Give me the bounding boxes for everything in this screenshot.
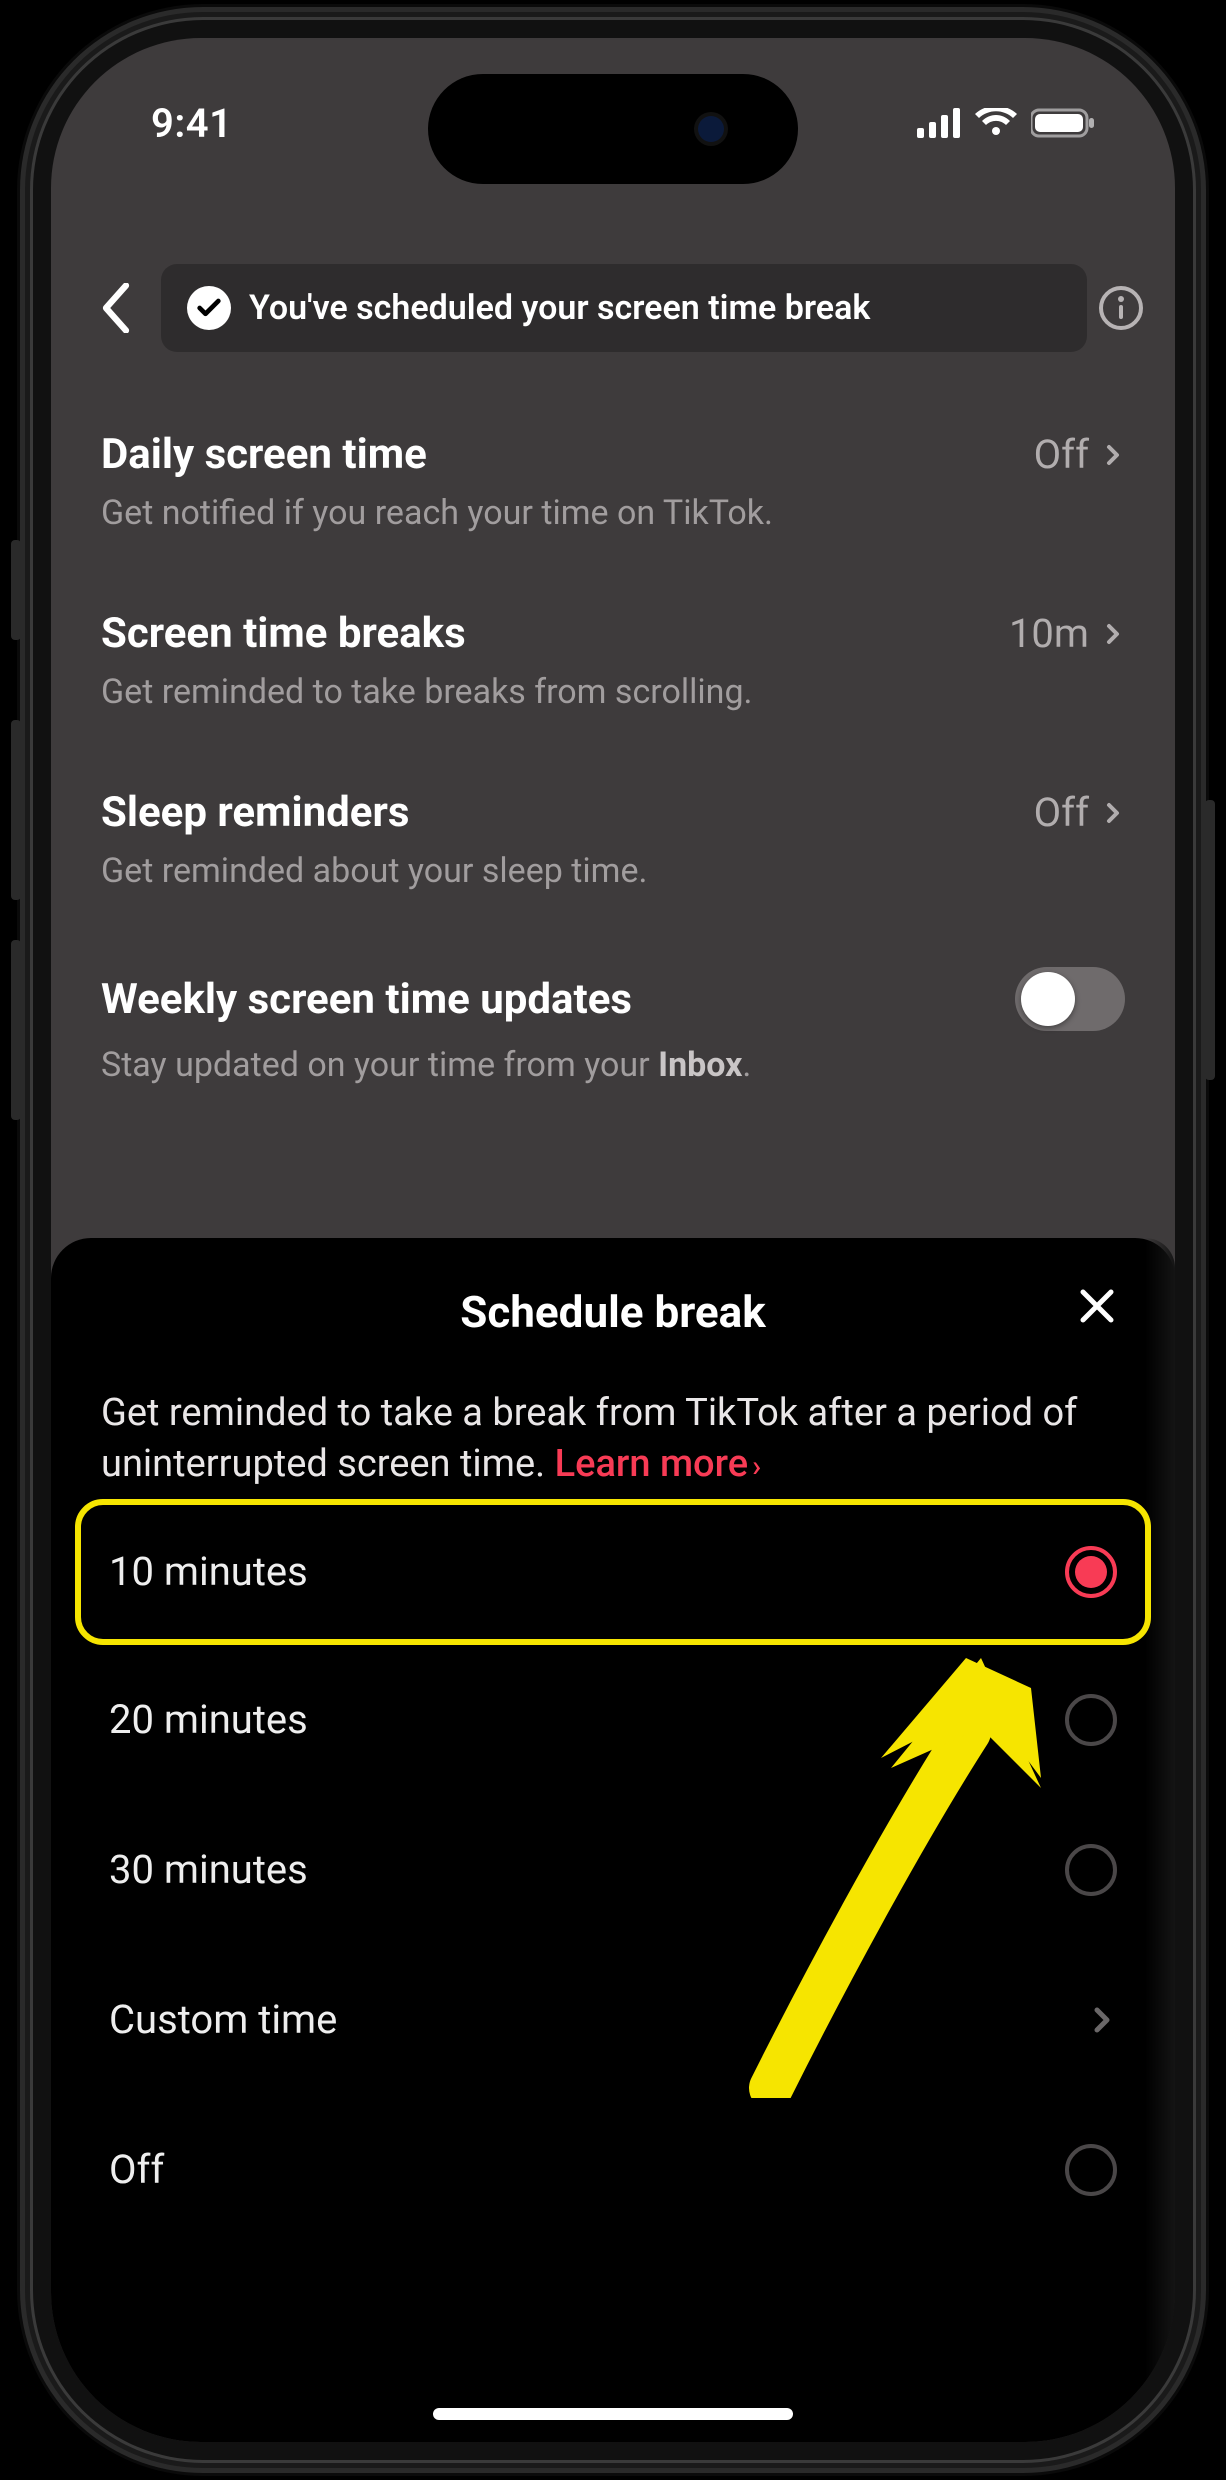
option-label: Off xyxy=(109,2146,164,2193)
row-subtitle: Stay updated on your time from your Inbo… xyxy=(101,1045,1125,1085)
row-subtitle: Get reminded about your sleep time. xyxy=(101,851,1125,891)
screen: 9:41 You've sche xyxy=(51,38,1175,2442)
sheet-title: Schedule break xyxy=(101,1286,1125,1338)
option-10-minutes[interactable]: 10 minutes xyxy=(75,1499,1151,1645)
radio-selected-icon xyxy=(1065,1546,1117,1598)
close-icon xyxy=(1077,1286,1117,1326)
battery-icon xyxy=(1031,108,1095,138)
learn-more-link[interactable]: Learn more› xyxy=(555,1442,762,1486)
chevron-right-icon: › xyxy=(752,1449,761,1484)
volume-up-button xyxy=(11,720,21,900)
wifi-icon xyxy=(975,108,1017,138)
sheet-description: Get reminded to take a break from TikTok… xyxy=(101,1388,1125,1491)
row-daily-screen-time[interactable]: Daily screen time Off Get notified if yo… xyxy=(101,398,1125,577)
row-subtitle: Get reminded to take breaks from scrolli… xyxy=(101,672,1125,712)
home-indicator[interactable] xyxy=(433,2408,793,2420)
confirmation-toast: You've scheduled your screen time break xyxy=(161,264,1087,352)
break-options: 10 minutes 20 minutes 30 minutes Custom … xyxy=(101,1499,1125,2245)
option-label: Custom time xyxy=(109,1996,337,2043)
option-label: 30 minutes xyxy=(109,1846,308,1893)
row-subtitle: Get notified if you reach your time on T… xyxy=(101,493,1125,533)
close-button[interactable] xyxy=(1069,1278,1125,1334)
power-button xyxy=(1205,800,1215,1080)
chevron-right-icon xyxy=(1087,2005,1117,2035)
row-title: Daily screen time xyxy=(101,430,427,479)
radio-icon xyxy=(1065,1694,1117,1746)
row-value: Off xyxy=(1034,789,1125,836)
row-sleep-reminders[interactable]: Sleep reminders Off Get reminded about y… xyxy=(101,756,1125,935)
option-30-minutes[interactable]: 30 minutes xyxy=(101,1795,1125,1945)
info-button[interactable] xyxy=(1097,284,1145,332)
row-value: 10m xyxy=(1009,610,1125,657)
chevron-right-icon xyxy=(1101,622,1125,646)
check-icon xyxy=(187,286,231,330)
phone-frame: 9:41 You've sche xyxy=(33,20,1193,2460)
schedule-break-sheet: Schedule break Get reminded to take a br… xyxy=(51,1238,1175,2442)
weekly-updates-toggle[interactable] xyxy=(1015,967,1125,1031)
dynamic-island xyxy=(428,74,798,184)
option-custom-time[interactable]: Custom time xyxy=(101,1945,1125,2095)
toast-text: You've scheduled your screen time break xyxy=(249,288,870,328)
cellular-icon xyxy=(917,108,961,138)
row-screen-time-breaks[interactable]: Screen time breaks 10m Get reminded to t… xyxy=(101,577,1125,756)
status-icons xyxy=(917,108,1105,138)
radio-icon xyxy=(1065,1844,1117,1896)
option-off[interactable]: Off xyxy=(101,2095,1125,2245)
volume-down-button xyxy=(11,940,21,1120)
chevron-right-icon xyxy=(1101,443,1125,467)
option-label: 10 minutes xyxy=(109,1548,308,1595)
option-20-minutes[interactable]: 20 minutes xyxy=(101,1645,1125,1795)
radio-icon xyxy=(1065,2144,1117,2196)
row-title: Weekly screen time updates xyxy=(101,975,632,1024)
back-button[interactable] xyxy=(81,273,151,343)
side-button xyxy=(11,540,21,640)
status-time: 9:41 xyxy=(121,100,232,147)
chevron-right-icon xyxy=(1101,801,1125,825)
page-header: You've scheduled your screen time break xyxy=(51,248,1175,368)
row-weekly-updates: Weekly screen time updates Stay updated … xyxy=(101,935,1125,1129)
row-title: Sleep reminders xyxy=(101,788,409,837)
option-label: 20 minutes xyxy=(109,1696,308,1743)
row-title: Screen time breaks xyxy=(101,609,466,658)
settings-list: Daily screen time Off Get notified if yo… xyxy=(51,398,1175,1129)
row-value: Off xyxy=(1034,431,1125,478)
